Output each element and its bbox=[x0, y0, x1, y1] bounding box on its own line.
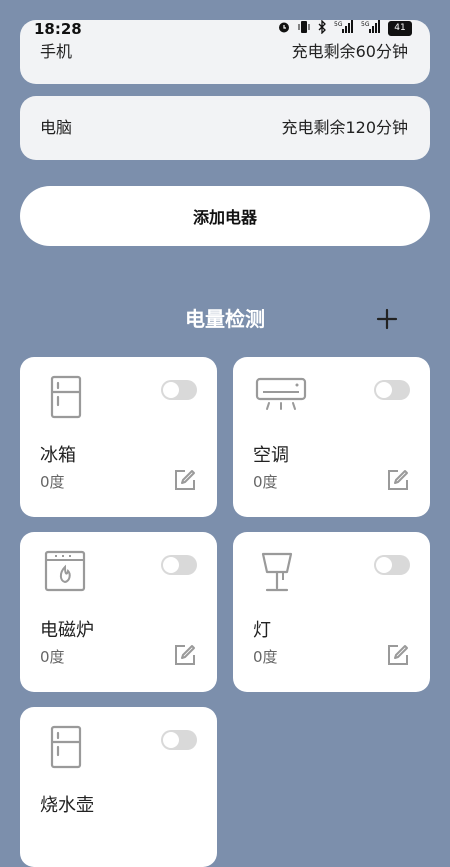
appliance-name: 烧水壶 bbox=[40, 795, 94, 816]
toggle-knob bbox=[163, 732, 179, 748]
air-conditioner-icon bbox=[255, 375, 307, 421]
appliance-card-kettle[interactable]: 烧水壶 bbox=[20, 707, 217, 867]
device-name: 电脑 bbox=[40, 118, 73, 137]
signal-5g-icon-2: 5G bbox=[361, 20, 381, 37]
device-card-computer[interactable]: 电脑 充电剩余120分钟 bbox=[20, 96, 430, 160]
add-appliance-button[interactable]: 添加电器 bbox=[20, 186, 430, 246]
toggle-knob bbox=[376, 382, 392, 398]
appliance-card-induction-cooker[interactable]: 电磁炉 0度 bbox=[20, 532, 217, 692]
status-bar: 18:28 5G 5G 41 bbox=[0, 0, 450, 40]
appliance-name: 空调 bbox=[253, 445, 289, 466]
add-icon[interactable] bbox=[374, 306, 400, 332]
status-icons: 5G 5G 41 bbox=[277, 19, 412, 37]
appliance-card-air-conditioner[interactable]: 空调 0度 bbox=[233, 357, 430, 517]
appliance-name: 灯 bbox=[253, 620, 271, 641]
appliance-toggle[interactable] bbox=[161, 730, 197, 750]
lamp-icon bbox=[255, 550, 303, 596]
induction-cooker-icon bbox=[42, 550, 90, 596]
vibrate-icon bbox=[298, 20, 310, 37]
svg-text:5G: 5G bbox=[361, 21, 370, 28]
appliance-toggle[interactable] bbox=[374, 380, 410, 400]
status-time: 18:28 bbox=[34, 20, 82, 38]
edit-icon[interactable] bbox=[173, 643, 197, 667]
bluetooth-icon bbox=[317, 19, 327, 37]
appliance-usage: 0度 bbox=[40, 648, 65, 666]
appliance-name: 冰箱 bbox=[40, 445, 76, 466]
edit-icon[interactable] bbox=[386, 468, 410, 492]
appliance-card-lamp[interactable]: 灯 0度 bbox=[233, 532, 430, 692]
appliance-usage: 0度 bbox=[40, 473, 65, 491]
toggle-knob bbox=[376, 557, 392, 573]
device-charge-remaining: 充电剩余120分钟 bbox=[281, 118, 408, 137]
toggle-knob bbox=[163, 382, 179, 398]
appliance-toggle[interactable] bbox=[161, 380, 197, 400]
appliance-usage: 0度 bbox=[253, 473, 278, 491]
edit-icon[interactable] bbox=[386, 643, 410, 667]
appliance-card-fridge[interactable]: 冰箱 0度 bbox=[20, 357, 217, 517]
toggle-knob bbox=[163, 557, 179, 573]
appliance-toggle[interactable] bbox=[374, 555, 410, 575]
fridge-icon bbox=[42, 375, 90, 421]
battery-icon: 41 bbox=[388, 21, 412, 36]
signal-5g-icon: 5G bbox=[334, 20, 354, 37]
edit-icon[interactable] bbox=[173, 468, 197, 492]
alarm-icon bbox=[277, 20, 291, 37]
appliance-usage: 0度 bbox=[253, 648, 278, 666]
appliance-toggle[interactable] bbox=[161, 555, 197, 575]
kettle-icon bbox=[42, 725, 90, 771]
appliance-name: 电磁炉 bbox=[40, 620, 94, 641]
svg-text:5G: 5G bbox=[334, 21, 343, 28]
